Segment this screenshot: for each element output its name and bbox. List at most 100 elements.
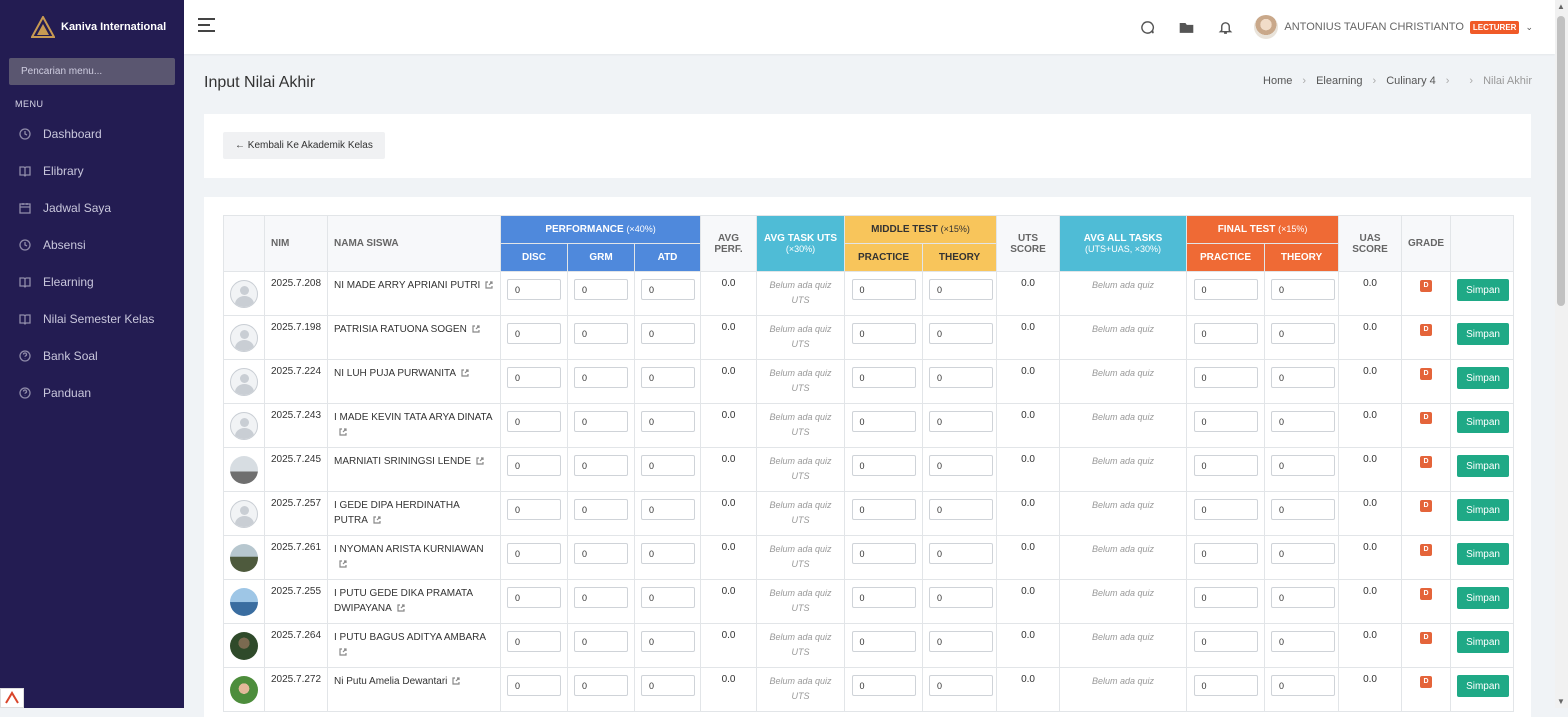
page-scrollbar[interactable]: ▲ ▼ [1555, 0, 1568, 708]
sidebar-item-absensi[interactable]: Absensi [0, 226, 184, 263]
save-button[interactable]: Simpan [1457, 675, 1510, 697]
mt-theory-input[interactable]: 0 [929, 323, 994, 344]
ft-practice-input[interactable]: 0 [1193, 499, 1258, 520]
mt-practice-input[interactable]: 0 [851, 631, 916, 652]
hamburger-menu-icon[interactable] [198, 18, 215, 34]
mt-practice-input[interactable]: 0 [851, 543, 916, 564]
atd-input[interactable]: 0 [641, 455, 695, 476]
save-button[interactable]: Simpan [1457, 279, 1510, 301]
mt-practice-input[interactable]: 0 [851, 455, 916, 476]
grm-input[interactable]: 0 [574, 279, 628, 300]
save-button[interactable]: Simpan [1457, 587, 1510, 609]
save-button[interactable]: Simpan [1457, 499, 1510, 521]
folder-icon[interactable] [1176, 17, 1196, 37]
disc-input[interactable]: 0 [507, 411, 561, 432]
ft-practice-input[interactable]: 0 [1193, 455, 1258, 476]
ft-theory-input[interactable]: 0 [1271, 323, 1336, 344]
save-button[interactable]: Simpan [1457, 323, 1510, 345]
mt-practice-input[interactable]: 0 [851, 411, 916, 432]
ft-practice-input[interactable]: 0 [1193, 411, 1258, 432]
sidebar-item-elibrary[interactable]: Elibrary [0, 152, 184, 189]
grm-input[interactable]: 0 [574, 367, 628, 388]
atd-input[interactable]: 0 [641, 675, 695, 696]
ft-theory-input[interactable]: 0 [1271, 543, 1336, 564]
mt-practice-input[interactable]: 0 [851, 499, 916, 520]
mt-theory-input[interactable]: 0 [929, 587, 994, 608]
external-link-icon[interactable] [339, 428, 347, 436]
atd-input[interactable]: 0 [641, 279, 695, 300]
ft-practice-input[interactable]: 0 [1193, 323, 1258, 344]
external-link-icon[interactable] [339, 560, 347, 568]
disc-input[interactable]: 0 [507, 631, 561, 652]
save-button[interactable]: Simpan [1457, 411, 1510, 433]
sidebar-item-bank-soal[interactable]: Bank Soal [0, 337, 184, 374]
disc-input[interactable]: 0 [507, 367, 561, 388]
ft-practice-input[interactable]: 0 [1193, 587, 1258, 608]
external-link-icon[interactable] [339, 648, 347, 656]
user-menu[interactable]: ANTONIUS TAUFAN CHRISTIANTO LECTURER ⌄ [1254, 15, 1533, 39]
sidebar-item-jadwal-saya[interactable]: Jadwal Saya [0, 189, 184, 226]
menu-search-input[interactable]: Pencarian menu... [9, 58, 175, 85]
external-link-icon[interactable] [485, 281, 493, 289]
breadcrumb-class[interactable]: Culinary 4 [1386, 75, 1436, 87]
brand[interactable]: Kaniva International [0, 0, 184, 54]
atd-input[interactable]: 0 [641, 411, 695, 432]
disc-input[interactable]: 0 [507, 455, 561, 476]
mt-theory-input[interactable]: 0 [929, 499, 994, 520]
external-link-icon[interactable] [373, 516, 381, 524]
atd-input[interactable]: 0 [641, 499, 695, 520]
sidebar-item-dashboard[interactable]: Dashboard [0, 115, 184, 152]
breadcrumb-home[interactable]: Home [1263, 75, 1292, 87]
mt-practice-input[interactable]: 0 [851, 587, 916, 608]
grm-input[interactable]: 0 [574, 587, 628, 608]
sidebar-item-panduan[interactable]: Panduan [0, 374, 184, 411]
ft-theory-input[interactable]: 0 [1271, 455, 1336, 476]
disc-input[interactable]: 0 [507, 279, 561, 300]
scroll-down-icon[interactable]: ▼ [1557, 697, 1565, 706]
ft-theory-input[interactable]: 0 [1271, 675, 1336, 696]
mt-practice-input[interactable]: 0 [851, 279, 916, 300]
mt-theory-input[interactable]: 0 [929, 367, 994, 388]
grm-input[interactable]: 0 [574, 323, 628, 344]
scroll-thumb[interactable] [1557, 16, 1565, 306]
external-link-icon[interactable] [476, 457, 484, 465]
mt-theory-input[interactable]: 0 [929, 631, 994, 652]
external-link-icon[interactable] [472, 325, 480, 333]
scroll-up-icon[interactable]: ▲ [1557, 2, 1565, 11]
mt-theory-input[interactable]: 0 [929, 675, 994, 696]
grm-input[interactable]: 0 [574, 455, 628, 476]
ft-practice-input[interactable]: 0 [1193, 543, 1258, 564]
ft-theory-input[interactable]: 0 [1271, 587, 1336, 608]
disc-input[interactable]: 0 [507, 543, 561, 564]
external-link-icon[interactable] [397, 604, 405, 612]
ft-theory-input[interactable]: 0 [1271, 411, 1336, 432]
grm-input[interactable]: 0 [574, 499, 628, 520]
breadcrumb-elearning[interactable]: Elearning [1316, 75, 1362, 87]
grm-input[interactable]: 0 [574, 543, 628, 564]
disc-input[interactable]: 0 [507, 587, 561, 608]
grm-input[interactable]: 0 [574, 411, 628, 432]
back-to-class-button[interactable]: ← Kembali Ke Akademik Kelas [223, 132, 385, 159]
atd-input[interactable]: 0 [641, 323, 695, 344]
atd-input[interactable]: 0 [641, 367, 695, 388]
external-link-icon[interactable] [461, 369, 469, 377]
disc-input[interactable]: 0 [507, 499, 561, 520]
mt-theory-input[interactable]: 0 [929, 279, 994, 300]
grm-input[interactable]: 0 [574, 631, 628, 652]
mt-theory-input[interactable]: 0 [929, 455, 994, 476]
ft-theory-input[interactable]: 0 [1271, 631, 1336, 652]
ft-practice-input[interactable]: 0 [1193, 367, 1258, 388]
mt-practice-input[interactable]: 0 [851, 675, 916, 696]
atd-input[interactable]: 0 [641, 631, 695, 652]
disc-input[interactable]: 0 [507, 675, 561, 696]
chat-icon[interactable] [1137, 17, 1157, 37]
mt-theory-input[interactable]: 0 [929, 411, 994, 432]
save-button[interactable]: Simpan [1457, 367, 1510, 389]
bell-icon[interactable] [1215, 17, 1235, 37]
corner-app-icon[interactable] [0, 688, 24, 708]
atd-input[interactable]: 0 [641, 587, 695, 608]
mt-practice-input[interactable]: 0 [851, 367, 916, 388]
save-button[interactable]: Simpan [1457, 631, 1510, 653]
ft-theory-input[interactable]: 0 [1271, 279, 1336, 300]
mt-practice-input[interactable]: 0 [851, 323, 916, 344]
